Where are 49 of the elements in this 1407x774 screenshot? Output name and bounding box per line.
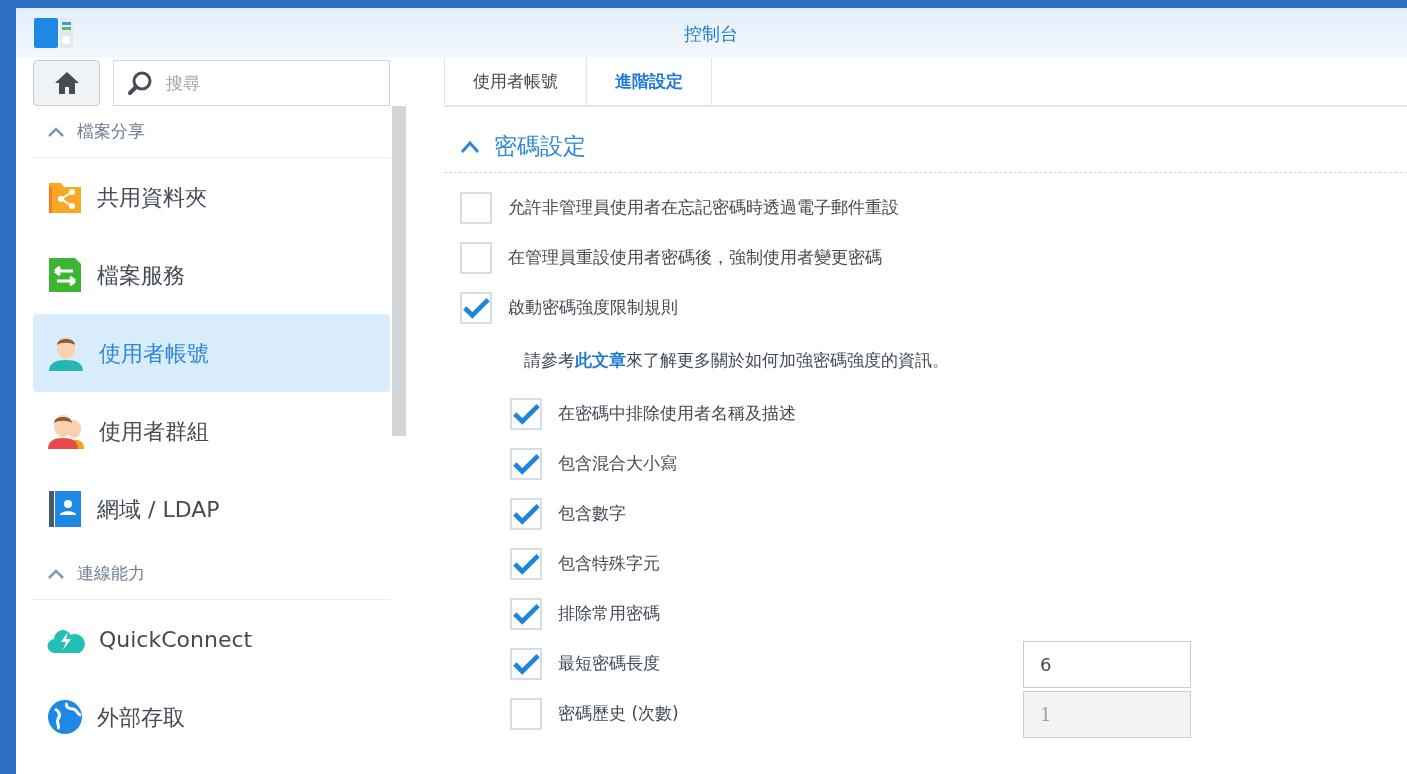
option-label: 包含數字 xyxy=(558,502,626,526)
checkbox[interactable] xyxy=(460,242,492,274)
home-button[interactable] xyxy=(33,60,100,106)
option-label: 密碼歷史 (次數) xyxy=(558,702,679,726)
sidebar-item[interactable]: 共用資料夾 xyxy=(33,158,390,236)
contact-book-icon xyxy=(47,490,83,528)
globe-icon xyxy=(47,699,83,735)
number-field[interactable]: 6 xyxy=(1023,640,1191,688)
option-label: 最短密碼長度 xyxy=(558,652,660,676)
option-label: 包含特殊字元 xyxy=(558,552,660,576)
article-link[interactable]: 此文章 xyxy=(575,350,626,371)
option-label: 排除常用密碼 xyxy=(558,602,660,626)
chevron-icon[interactable] xyxy=(460,139,480,154)
tab[interactable]: 進階設定 xyxy=(586,58,712,105)
option-label: 在管理員重設使用者密碼後，強制使用者變更密碼 xyxy=(508,246,882,270)
sidebar-item[interactable]: QuickConnect xyxy=(33,600,390,678)
section-title: 密碼設定 xyxy=(494,132,586,162)
option-label: 在密碼中排除使用者名稱及描述 xyxy=(558,402,796,426)
users-icon xyxy=(47,412,85,450)
checkbox[interactable] xyxy=(510,448,542,480)
checkbox[interactable] xyxy=(460,292,492,324)
section-header[interactable]: 連線能力 xyxy=(33,548,390,600)
scrollbar[interactable] xyxy=(392,106,406,436)
user-icon xyxy=(47,334,85,372)
checkbox[interactable] xyxy=(510,648,542,680)
section-header[interactable]: 檔案分享 xyxy=(33,106,390,158)
sidebar-item[interactable]: 外部存取 xyxy=(33,678,390,756)
checkbox[interactable] xyxy=(510,498,542,530)
option-label: 允許非管理員使用者在忘記密碼時透過電子郵件重設 xyxy=(508,196,899,220)
sidebar-item[interactable]: 檔案服務 xyxy=(33,236,390,314)
checkbox[interactable] xyxy=(510,698,542,730)
window-title: 控制台 xyxy=(682,21,739,46)
checkbox[interactable] xyxy=(510,398,542,430)
help-text: 請參考此文章來了解更多關於如何加強密碼強度的資訊。 xyxy=(524,349,949,373)
checkbox[interactable] xyxy=(510,598,542,630)
search-icon xyxy=(127,70,153,96)
home-icon xyxy=(53,71,80,95)
option-label: 啟動密碼強度限制規則 xyxy=(508,296,678,320)
search-field[interactable]: 搜尋 xyxy=(113,60,390,106)
checkbox[interactable] xyxy=(460,192,492,224)
section-label: 檔案分享 xyxy=(77,119,145,143)
checkbox[interactable] xyxy=(510,548,542,580)
sidebar-item[interactable]: 網域 / LDAP xyxy=(33,470,390,548)
section-label: 連線能力 xyxy=(77,561,145,585)
file-transfer-icon xyxy=(47,256,83,294)
tab[interactable]: 使用者帳號 xyxy=(444,58,586,105)
option-label: 包含混合大小寫 xyxy=(558,452,677,476)
sidebar-item[interactable]: 使用者群組 xyxy=(33,392,390,470)
control-panel-logo-icon xyxy=(34,16,74,50)
